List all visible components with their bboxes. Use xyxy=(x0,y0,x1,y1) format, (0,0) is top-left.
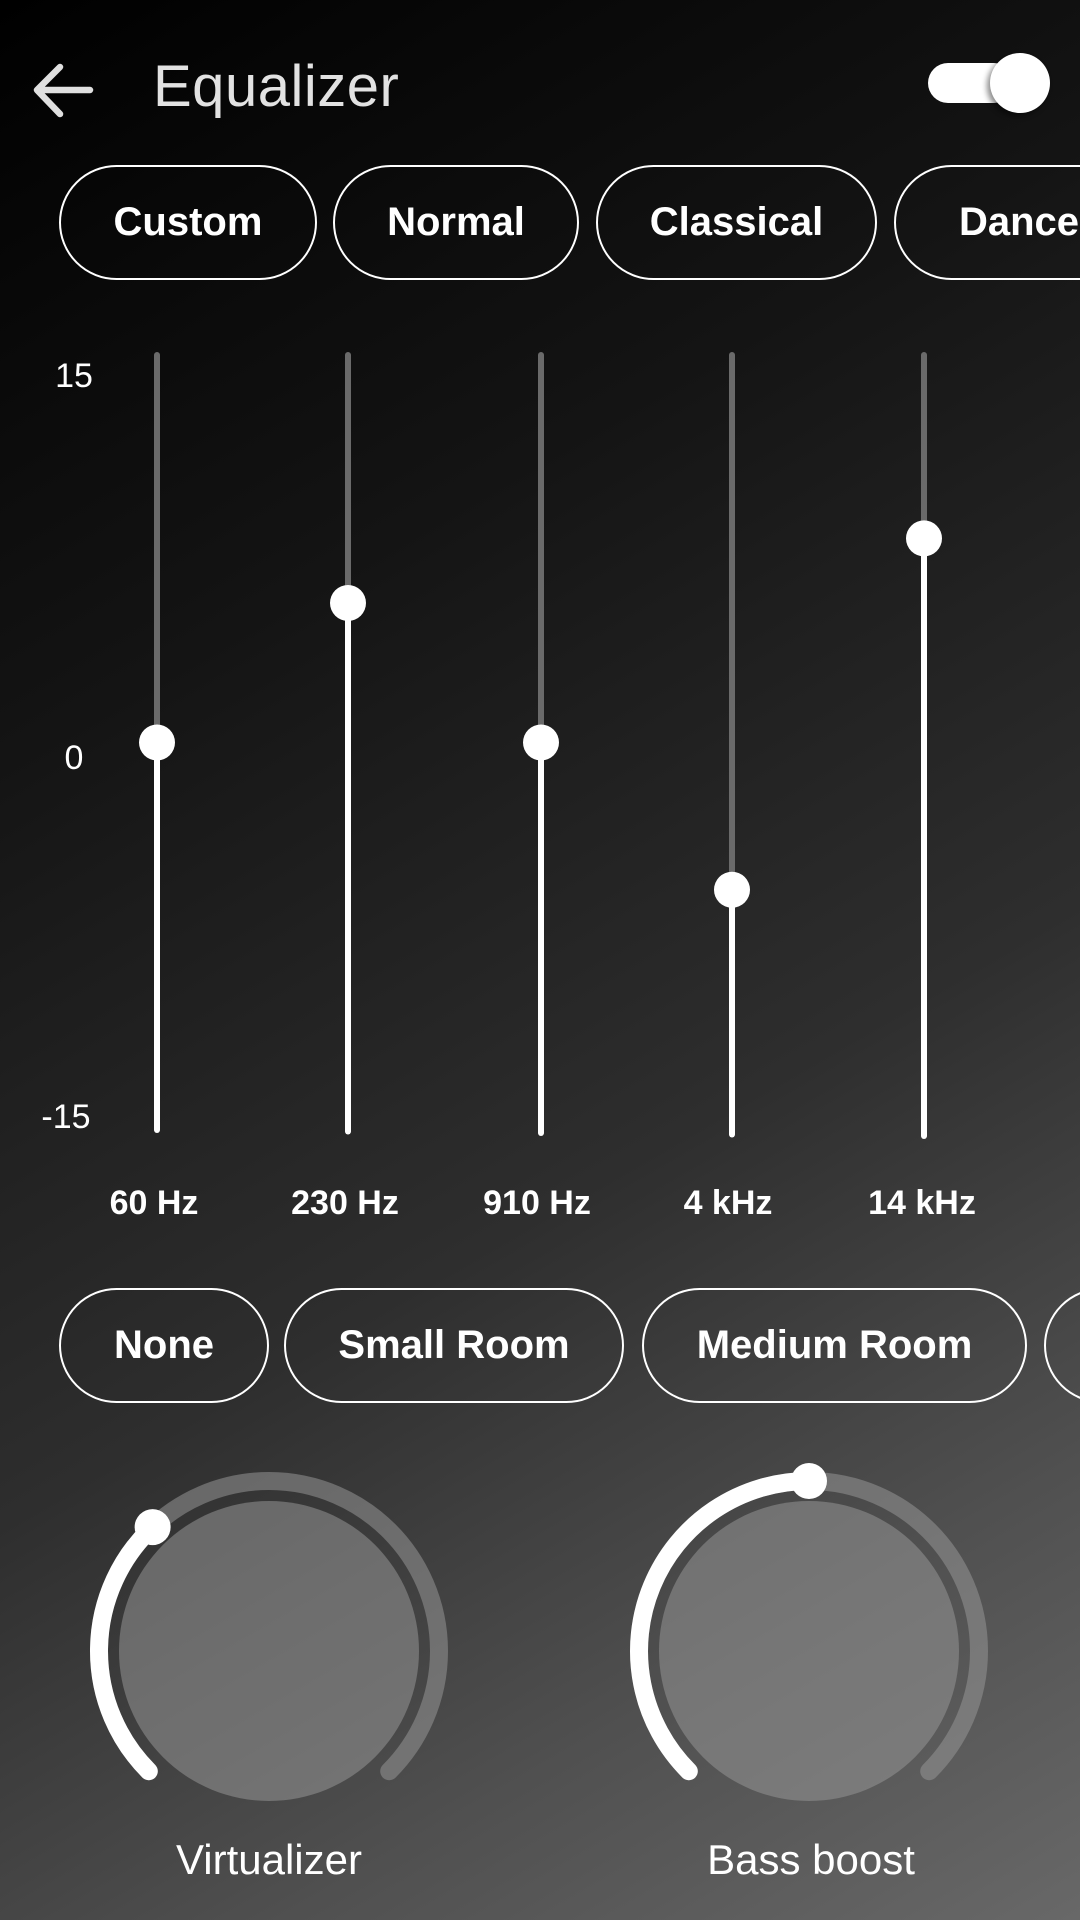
page-title: Equalizer xyxy=(153,54,400,119)
band-label: 4 kHz xyxy=(683,1184,773,1222)
band-label: 230 Hz xyxy=(291,1184,399,1222)
chip-label: Classical xyxy=(649,200,824,244)
band-label: 14 kHz xyxy=(868,1184,976,1222)
chip-label: None xyxy=(114,1323,214,1367)
reverb-chip-medium-room[interactable]: Medium Room xyxy=(642,1288,1027,1403)
preset-chip-row: Custom Normal Classical Dance xyxy=(0,165,1080,287)
knob-face xyxy=(659,1501,959,1801)
virtualizer-label: Virtualizer xyxy=(176,1836,362,1883)
equalizer-enable-toggle[interactable] xyxy=(920,50,1050,116)
band-slider[interactable] xyxy=(139,352,175,1133)
slider-thumb[interactable] xyxy=(330,585,366,621)
arrow-left-icon xyxy=(33,63,94,118)
slider-thumb[interactable] xyxy=(714,871,750,908)
axis-label-max: 15 xyxy=(55,357,93,395)
reverb-chip-none[interactable]: None xyxy=(59,1288,269,1403)
slider-thumb[interactable] xyxy=(906,520,942,557)
knob-face xyxy=(119,1501,419,1801)
slider-thumb[interactable] xyxy=(139,724,175,761)
knob-dial xyxy=(90,1471,448,1801)
band-slider[interactable] xyxy=(714,352,750,1138)
bass-boost-knob[interactable] xyxy=(609,1460,1009,1840)
band-label: 60 Hz xyxy=(109,1184,199,1222)
chip-label: Small Room xyxy=(338,1323,570,1367)
toggle-thumb xyxy=(990,53,1050,113)
virtualizer-knob[interactable] xyxy=(69,1460,469,1840)
axis-label-min: -15 xyxy=(41,1098,91,1136)
band-slider[interactable] xyxy=(906,352,942,1139)
preset-chip-classical[interactable]: Classical xyxy=(596,165,877,280)
chip-label: Custom xyxy=(113,200,263,244)
back-button[interactable] xyxy=(20,50,110,136)
chip-label: Medium Room xyxy=(696,1323,973,1367)
knob-thumb[interactable] xyxy=(791,1463,827,1499)
reverb-chip-small-room[interactable]: Small Room xyxy=(284,1288,624,1403)
equalizer-sliders xyxy=(139,352,942,1139)
axis-label-mid: 0 xyxy=(64,739,84,777)
reverb-chip-row: None Small Room Medium Room xyxy=(0,1288,1080,1410)
chip-label: Normal xyxy=(387,200,525,244)
chip-label: Dance xyxy=(958,200,1080,244)
bass-boost-label: Bass boost xyxy=(707,1836,915,1883)
preset-chip-dance[interactable]: Dance xyxy=(894,165,1080,280)
band-label: 910 Hz xyxy=(483,1184,591,1222)
knob-dial xyxy=(630,1463,988,1801)
preset-chip-custom[interactable]: Custom xyxy=(59,165,317,280)
band-slider[interactable] xyxy=(330,352,366,1135)
band-slider[interactable] xyxy=(523,352,559,1136)
slider-thumb[interactable] xyxy=(523,724,559,761)
knob-thumb[interactable] xyxy=(134,1509,171,1546)
preset-chip-normal[interactable]: Normal xyxy=(333,165,579,280)
equalizer-panel: 15 0 -15 60 Hz 230 Hz 910 Hz 4 kHz 14 kH… xyxy=(0,330,1080,1230)
reverb-chip-more[interactable] xyxy=(1044,1288,1080,1403)
